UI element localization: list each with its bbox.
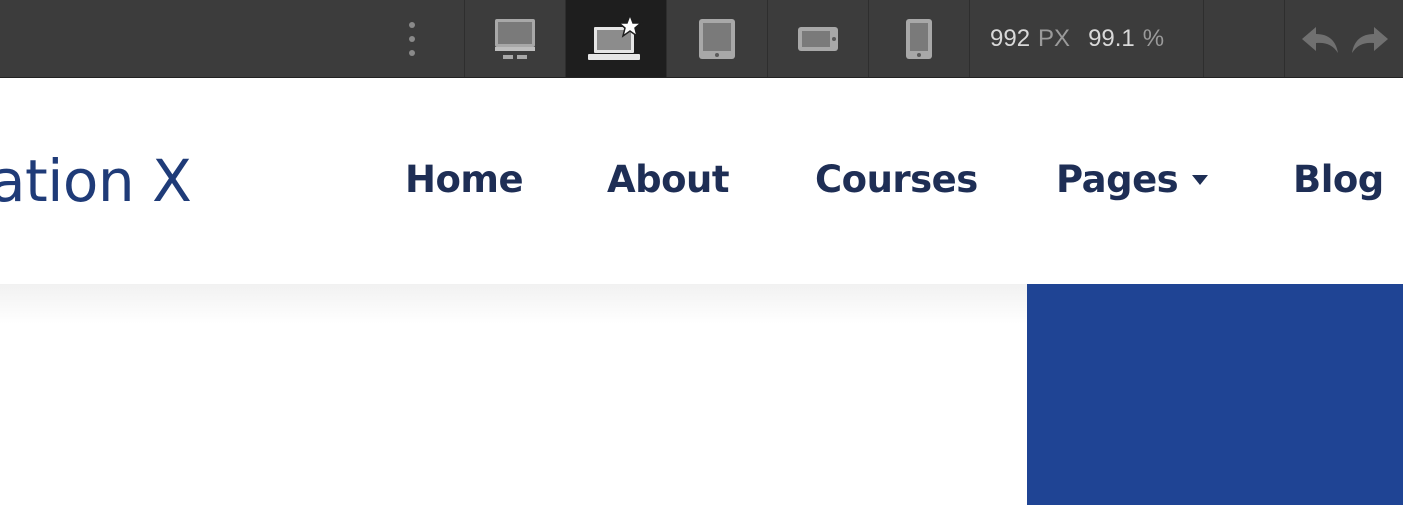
more-options-button[interactable] <box>398 20 426 58</box>
nav-link-blog[interactable]: Blog <box>1293 150 1384 210</box>
nav-link-home[interactable]: Home <box>405 150 524 210</box>
breakpoint-desktop-button[interactable] <box>464 0 565 77</box>
toolbar-divider <box>969 0 970 77</box>
phone-portrait-icon <box>906 18 932 59</box>
nav-link-about[interactable]: About <box>607 150 730 210</box>
designer-toolbar: 992 PX 99.1 % <box>0 0 1403 78</box>
undo-redo-group <box>1300 20 1390 60</box>
canvas-zoom-value: 99.1 <box>1088 25 1135 52</box>
nav-dropdown-label: Pages <box>1056 158 1179 201</box>
nav-dropdown-pages[interactable]: Pages <box>1056 150 1209 210</box>
canvas-zoom-unit: % <box>1142 25 1165 52</box>
laptop-star-icon <box>588 12 644 60</box>
breakpoint-mobile-portrait-button[interactable] <box>868 0 969 77</box>
brand-logo-text[interactable]: ation X <box>0 141 192 221</box>
desktop-monitor-icon <box>495 18 535 59</box>
dot-icon <box>409 22 415 28</box>
redo-arrow-icon[interactable] <box>1350 23 1390 57</box>
phone-landscape-icon <box>798 26 838 51</box>
caret-down-icon <box>1192 174 1209 185</box>
dot-icon <box>409 36 415 42</box>
toolbar-divider <box>1203 0 1204 77</box>
hero-accent-block <box>1027 284 1403 505</box>
dot-icon <box>409 50 415 56</box>
breakpoint-tablet-button[interactable] <box>666 0 767 77</box>
toolbar-divider <box>1284 0 1285 77</box>
undo-arrow-icon[interactable] <box>1300 23 1340 57</box>
breakpoint-laptop-button[interactable] <box>565 0 666 77</box>
tablet-portrait-icon <box>699 18 735 59</box>
canvas-size-readout[interactable]: 992 PX 99.1 % <box>990 22 1164 56</box>
nav-link-courses[interactable]: Courses <box>815 150 978 210</box>
breakpoint-mobile-landscape-button[interactable] <box>767 0 868 77</box>
canvas-width-unit: PX <box>1038 25 1071 52</box>
canvas-width-value: 992 <box>990 25 1031 52</box>
